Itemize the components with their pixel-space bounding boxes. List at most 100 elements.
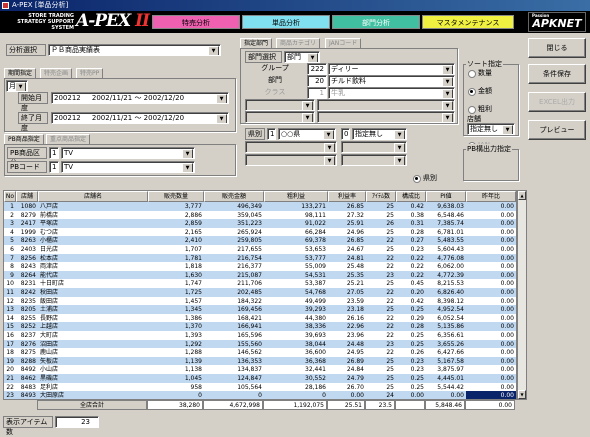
column-header[interactable]: No <box>4 191 16 202</box>
dept-select-value: 部門 <box>287 53 301 61</box>
extra-select-1b[interactable] <box>317 99 455 111</box>
analysis-value: ＰＢ商品実績表 <box>51 46 100 54</box>
column-header[interactable]: PI値 <box>426 191 466 202</box>
tab-period[interactable]: 期間指定 <box>4 68 37 78</box>
pb-out-title: PB構出力指定 <box>466 144 513 154</box>
sort-store-select[interactable]: 指定無し <box>467 123 515 135</box>
results-table[interactable]: No店舗No店舗名販売数量販売金額粗利益利益率ｱｲﾃﾑ数構成比PI値昨年比110… <box>3 190 517 400</box>
region-extra-2b[interactable] <box>341 154 407 166</box>
analysis-label: 分析選択 <box>6 44 46 56</box>
pb-cat-name: TV <box>64 149 74 157</box>
preview-button[interactable]: プレビュー <box>528 120 586 140</box>
total-yoy: 0.00 <box>465 400 515 410</box>
totals-row: 全店合計 38,280 4,672,998 1,192,075 25.51 23.5 5,8… <box>3 400 517 411</box>
column-header[interactable]: 粗利益 <box>264 191 328 202</box>
end-month-select[interactable]: 200212 2002/11/21 〜 2002/12/20 <box>51 112 229 124</box>
tab-tanpin[interactable]: 単品分析 <box>242 15 330 29</box>
extra-select-2a[interactable] <box>245 111 315 123</box>
table-row[interactable]: 23 8493 大田原店 0 0 0 0.00 24 0.00 0.00 0.00 <box>4 391 516 400</box>
start-month-select[interactable]: 200212 2002/11/21 〜 2002/12/20 <box>51 92 229 104</box>
extra-select-2b[interactable] <box>317 111 455 123</box>
pb-code-name: TV <box>64 163 74 171</box>
tab-tokubai[interactable]: 特売分析 <box>152 15 240 29</box>
column-header[interactable]: 利益率 <box>328 191 366 202</box>
region-spec-code[interactable]: 0 <box>341 128 350 140</box>
tab-label: マスタメンテナンス <box>436 19 500 27</box>
pb-code-label: PBコード <box>7 161 47 173</box>
excel-export-button[interactable]: EXCEL出力 <box>528 92 586 112</box>
tab-label: 特売分析 <box>182 19 210 27</box>
table-cell: 8493 <box>20 392 36 400</box>
total-rate: 25.51 <box>327 400 365 410</box>
table-cell: 0.00 <box>466 391 516 399</box>
scroll-down-icon[interactable]: ▼ <box>518 390 526 399</box>
column-header[interactable]: ｱｲﾃﾑ数 <box>366 191 396 202</box>
group-code[interactable]: 222 <box>307 63 327 75</box>
table-scrollbar[interactable]: ▲ ▼ <box>517 190 527 400</box>
region-spec-select[interactable]: 指定無し <box>352 128 407 140</box>
group-select[interactable]: ディリー <box>328 63 455 75</box>
group-label: グループ <box>261 64 289 72</box>
region-extra-2a[interactable] <box>245 154 337 166</box>
region-code[interactable]: 1 <box>267 128 276 140</box>
total-profit: 1,192,075 <box>263 400 327 410</box>
sort-title: ソート指定 <box>466 59 503 69</box>
class-label: クラス <box>264 88 286 96</box>
bumon-name: チルド飲料 <box>331 77 366 85</box>
tab-category[interactable]: 商品カテゴリ <box>276 38 321 48</box>
column-header[interactable]: 店舗名 <box>38 191 148 202</box>
tab-pb-product[interactable]: PB商品指定 <box>4 134 44 144</box>
status-bar: 表示アイテム数 23 <box>0 415 590 436</box>
table-cell: 大田原店 <box>40 392 65 400</box>
tab-tokubai-pp[interactable]: 特売PP <box>76 68 104 78</box>
pb-code-code[interactable]: 1 <box>49 161 59 173</box>
table-cell: 0.00 <box>450 392 464 400</box>
tab-jan[interactable]: JANコード <box>325 38 362 48</box>
window-title: A-PEX [単品分析] <box>12 1 69 9</box>
tab-bumon[interactable]: 部門分析 <box>332 15 420 29</box>
region-select[interactable]: ○○県 <box>278 128 336 140</box>
pb-cat-code[interactable]: 1 <box>49 147 59 159</box>
tab-dept[interactable]: 指定部門 <box>240 38 273 48</box>
total-qty: 38,280 <box>147 400 203 410</box>
table-cell: 0 <box>258 392 262 400</box>
table-cell: 0.00 <box>410 392 424 400</box>
column-header[interactable]: 構成比 <box>396 191 426 202</box>
close-button[interactable]: 閉じる <box>528 38 586 58</box>
table-cell: 0.00 <box>350 392 364 400</box>
bumon-code[interactable]: 20 <box>307 75 327 87</box>
class-select[interactable]: 牛乳 <box>328 87 455 99</box>
total-pi: 5,848.46 <box>425 400 465 410</box>
column-header[interactable]: 昨年比 <box>466 191 516 202</box>
start-ym: 200212 <box>54 94 81 102</box>
extra-select-1a[interactable] <box>245 99 315 111</box>
pb-cat-select[interactable]: TV <box>61 147 195 159</box>
column-header[interactable]: 販売金額 <box>204 191 264 202</box>
app-logo: A-PEX II <box>76 11 150 31</box>
pb-code-select[interactable]: TV <box>61 161 195 173</box>
scroll-up-icon[interactable]: ▲ <box>518 191 526 200</box>
total-ratio <box>395 400 425 410</box>
column-header[interactable]: 販売数量 <box>148 191 204 202</box>
tab-tokubai-kikaku[interactable]: 特売企画 <box>40 68 73 78</box>
period-unit-select[interactable]: 月 <box>6 80 28 92</box>
total-label: 全店合計 <box>37 400 147 410</box>
region-extra-1a[interactable] <box>245 141 337 153</box>
region-name: ○○県 <box>281 130 301 138</box>
region-label: 県別 <box>245 128 265 140</box>
region-extra-1b[interactable] <box>341 141 407 153</box>
tab-master[interactable]: マスタメンテナンス <box>422 15 514 29</box>
item-count-label: 表示アイテム数 <box>3 416 53 436</box>
period-unit-value: 月 <box>9 82 16 90</box>
bumon-select[interactable]: チルド飲料 <box>328 75 455 87</box>
window-title-bar: A-PEX [単品分析] <box>0 0 590 11</box>
end-range: 2002/11/21 〜 2002/12/20 <box>91 114 185 122</box>
logo-sub-line: SYSTEM <box>51 25 74 31</box>
tab-priority-product[interactable]: 重点商品指定 <box>46 134 91 144</box>
dept-select[interactable]: 部門 <box>284 51 320 63</box>
analysis-select[interactable]: ＰＢ商品実績表 <box>48 44 221 56</box>
save-condition-button[interactable]: 条件保存 <box>528 64 586 84</box>
column-header[interactable]: 店舗No <box>16 191 38 209</box>
total-items: 23.5 <box>365 400 395 410</box>
class-code[interactable]: 1 <box>307 87 327 99</box>
